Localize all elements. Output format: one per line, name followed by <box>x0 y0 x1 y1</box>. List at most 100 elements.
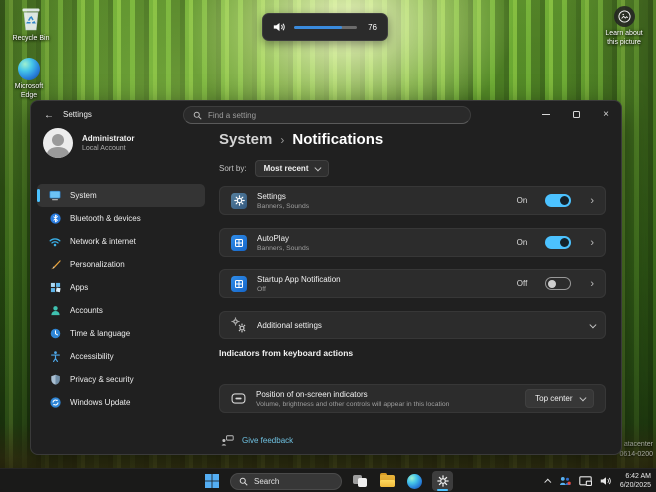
breadcrumb-system[interactable]: System <box>219 131 272 148</box>
titlebar: ← Settings × <box>31 101 621 129</box>
avatar <box>43 128 73 158</box>
breadcrumb-separator-icon: › <box>280 133 284 147</box>
notification-row-settings[interactable]: Settings Banners, Sounds On › <box>219 186 606 215</box>
search-icon <box>239 477 248 486</box>
row-subtitle: Banners, Sounds <box>257 203 507 210</box>
folder-icon <box>380 475 395 487</box>
volume-osd: 76 <box>262 13 388 41</box>
recycle-bin-icon <box>18 4 44 32</box>
volume-value: 76 <box>365 23 377 32</box>
speaker-icon <box>273 22 286 32</box>
picture-info-icon <box>614 6 635 27</box>
sidebar-item-bluetooth[interactable]: Bluetooth & devices <box>37 207 205 230</box>
person-icon <box>49 305 61 317</box>
start-button[interactable] <box>203 471 221 491</box>
maximize-button[interactable] <box>561 101 591 128</box>
sidebar-item-system[interactable]: System <box>37 184 205 207</box>
sidebar-item-time-language[interactable]: Time & language <box>37 322 205 345</box>
taskbar: Search <box>0 468 656 492</box>
learn-about-picture[interactable]: Learn about this picture <box>598 6 650 47</box>
apps-icon <box>49 282 61 294</box>
edge-label: Microsoft Edge <box>6 82 52 100</box>
edge-icon <box>407 474 422 489</box>
chevron-right-icon[interactable]: › <box>590 195 594 207</box>
tray-clock[interactable]: 6:42 AM 6/20/2025 <box>620 472 651 490</box>
task-view-button[interactable] <box>351 471 369 491</box>
settings-app-button-active[interactable] <box>432 471 453 491</box>
breadcrumb: System › Notifications <box>219 131 383 148</box>
chevron-right-icon[interactable]: › <box>590 278 594 290</box>
row-title: Settings <box>257 192 507 201</box>
edge-icon <box>18 58 40 80</box>
edge-shortcut[interactable]: Microsoft Edge <box>6 58 52 100</box>
position-dropdown[interactable]: Top center <box>525 389 594 408</box>
file-explorer-button[interactable] <box>378 471 396 491</box>
row-subtitle: Volume, brightness and other controls wi… <box>256 401 515 408</box>
gear-icon <box>437 475 449 487</box>
recycle-bin-shortcut[interactable]: Recycle Bin <box>8 4 54 43</box>
tray-chevron-up-icon[interactable] <box>544 478 551 485</box>
active-app-indicator <box>437 489 448 491</box>
search-icon <box>193 111 202 120</box>
minimize-button[interactable] <box>531 101 561 128</box>
edge-button[interactable] <box>405 471 423 491</box>
additional-settings-row[interactable]: Additional settings <box>219 311 606 339</box>
sidebar-nav: System Bluetooth & devices Ne <box>37 184 205 414</box>
tray-people-icon[interactable] <box>559 476 571 486</box>
sidebar-item-windows-update[interactable]: Windows Update <box>37 391 205 414</box>
notification-row-startup-app[interactable]: Startup App Notification Off Off › <box>219 269 606 298</box>
search-input[interactable] <box>208 111 461 120</box>
settings-search[interactable] <box>183 106 471 124</box>
settings-window: ← Settings × Administrator <box>30 100 622 455</box>
user-account[interactable]: Administrator Local Account <box>43 128 134 158</box>
tray-date: 6/20/2025 <box>620 481 651 490</box>
tray-display-icon[interactable] <box>579 476 592 487</box>
recycle-bin-label: Recycle Bin <box>13 34 50 43</box>
sort-row: Sort by: Most recent <box>219 160 329 177</box>
give-feedback-link[interactable]: Give feedback <box>221 435 293 446</box>
startup-app-notification-toggle[interactable] <box>545 277 571 290</box>
user-name: Administrator <box>82 134 134 143</box>
chevron-right-icon[interactable]: › <box>590 237 594 249</box>
chevron-down-icon[interactable] <box>589 321 595 327</box>
shield-icon <box>49 374 61 386</box>
desktop: Recycle Bin Microsoft Edge Learn about t… <box>0 0 656 492</box>
accessibility-icon <box>49 351 61 363</box>
bluetooth-icon <box>49 213 61 225</box>
sidebar-item-apps[interactable]: Apps <box>37 276 205 299</box>
task-view-icon <box>353 475 367 487</box>
gears-icon <box>231 317 247 333</box>
window-title: Settings <box>63 110 92 119</box>
notification-row-autoplay[interactable]: AutoPlay Banners, Sounds On › <box>219 228 606 257</box>
autoplay-notifications-toggle[interactable] <box>545 236 571 249</box>
sort-dropdown[interactable]: Most recent <box>255 160 329 177</box>
volume-slider[interactable] <box>294 26 357 29</box>
chevron-down-icon <box>315 165 321 171</box>
wifi-icon <box>49 236 61 248</box>
back-button[interactable]: ← <box>41 107 57 123</box>
monitor-icon <box>49 190 61 202</box>
sidebar-item-network[interactable]: Network & internet <box>37 230 205 253</box>
row-subtitle: Banners, Sounds <box>257 245 507 252</box>
chevron-down-icon <box>579 395 585 401</box>
settings-notifications-toggle[interactable] <box>545 194 571 207</box>
toggle-state-label: On <box>517 238 528 247</box>
brush-icon <box>49 259 61 271</box>
toggle-state-label: Off <box>517 279 528 288</box>
tray-volume-icon[interactable] <box>600 476 612 486</box>
sidebar-item-personalization[interactable]: Personalization <box>37 253 205 276</box>
row-subtitle: Off <box>257 286 507 293</box>
sidebar-item-privacy[interactable]: Privacy & security <box>37 368 205 391</box>
row-title: Startup App Notification <box>257 275 507 284</box>
close-button[interactable]: × <box>591 101 621 128</box>
window-grid-icon <box>231 235 247 251</box>
row-title: AutoPlay <box>257 234 507 243</box>
sidebar-item-accounts[interactable]: Accounts <box>37 299 205 322</box>
windows-logo-icon <box>205 474 219 488</box>
sidebar-item-accessibility[interactable]: Accessibility <box>37 345 205 368</box>
window-grid-icon <box>231 276 247 292</box>
taskbar-search[interactable]: Search <box>230 473 342 490</box>
section-title: Indicators from keyboard actions <box>219 348 353 358</box>
feedback-icon <box>221 435 234 446</box>
update-icon <box>49 397 61 409</box>
